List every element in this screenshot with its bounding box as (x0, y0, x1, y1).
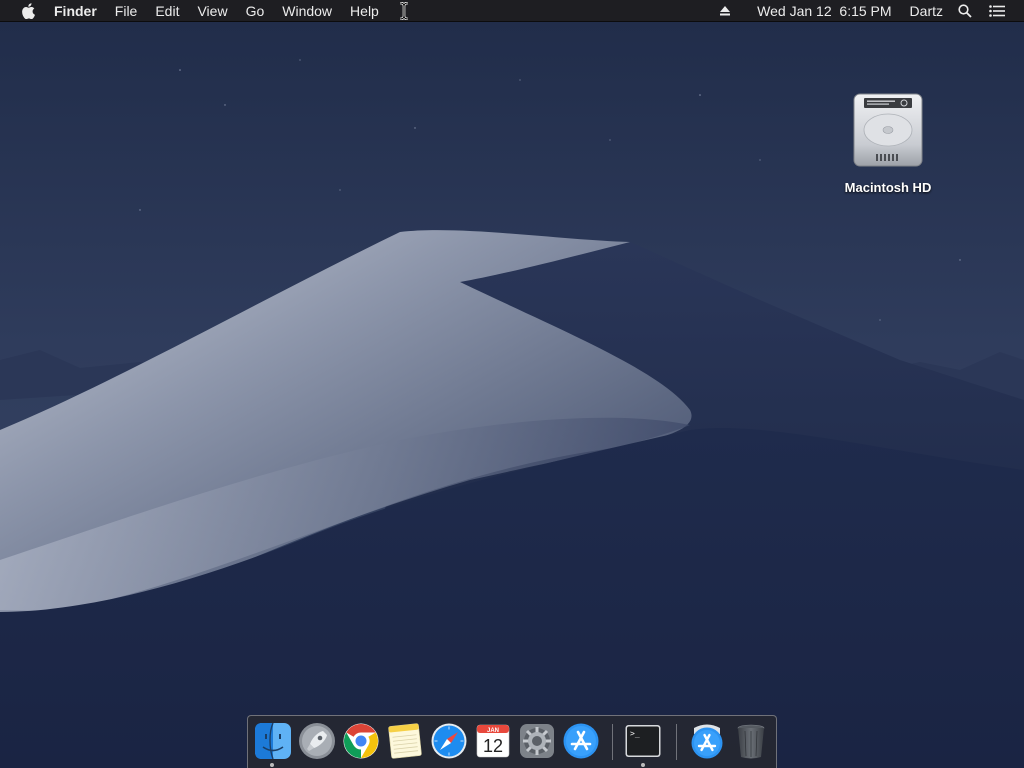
apple-icon[interactable] (20, 0, 36, 22)
notes-icon (388, 723, 422, 759)
dock-item-trash[interactable] (732, 722, 770, 760)
menu-edit[interactable]: Edit (146, 0, 188, 22)
dock-item-notes[interactable] (386, 722, 424, 760)
dock-item-chrome[interactable] (342, 722, 380, 760)
dock-item-safari[interactable] (430, 722, 468, 760)
safari-icon (431, 723, 467, 759)
terminal-icon: >_ (625, 725, 661, 757)
calendar-icon: JAN 12 (476, 724, 510, 758)
applications-folder-icon (691, 724, 723, 759)
dock-item-terminal[interactable]: >_ (624, 722, 662, 760)
menu-finder[interactable]: Finder (54, 0, 106, 22)
menu-user[interactable]: Dartz (901, 0, 952, 22)
dock-separator (612, 724, 613, 760)
eject-icon[interactable] (712, 0, 738, 22)
menu-help[interactable]: Help (341, 0, 388, 22)
dock-item-calendar[interactable]: JAN 12 (474, 722, 512, 760)
menu-view[interactable]: View (188, 0, 236, 22)
calendar-day-label: 12 (483, 736, 503, 756)
menu-window[interactable]: Window (273, 0, 341, 22)
calendar-month-label: JAN (487, 728, 499, 734)
launchpad-icon (299, 723, 335, 759)
running-indicator (641, 763, 645, 767)
dock-item-applications[interactable] (688, 722, 726, 760)
notification-center-icon[interactable] (984, 0, 1010, 22)
menu-go[interactable]: Go (237, 0, 274, 22)
system-preferences-icon (520, 724, 554, 758)
menu-bar: Finder File Edit View Go Window Help Wed… (0, 0, 1024, 22)
terminal-prompt: >_ (630, 729, 640, 738)
dock-item-system-preferences[interactable] (518, 722, 556, 760)
running-indicator (270, 763, 274, 767)
dock: JAN 12 >_ (247, 715, 777, 768)
trash-icon (737, 724, 765, 759)
chrome-icon (343, 723, 379, 759)
dock-item-finder[interactable] (254, 722, 292, 760)
desktop-icon-label: Macintosh HD (844, 180, 932, 195)
finder-icon (255, 722, 291, 760)
text-cursor-icon (399, 2, 409, 20)
dock-item-app-store[interactable] (562, 722, 600, 760)
menu-clock[interactable]: Wed Jan 12 6:15 PM (748, 0, 900, 22)
search-icon[interactable] (952, 0, 978, 22)
desktop-icon-macintosh-hd[interactable]: Macintosh HD (838, 90, 938, 195)
dock-item-launchpad[interactable] (298, 722, 336, 760)
dock-separator (676, 724, 677, 760)
hard-drive-icon (850, 90, 926, 170)
menu-file[interactable]: File (106, 0, 147, 22)
app-store-icon (563, 723, 599, 759)
